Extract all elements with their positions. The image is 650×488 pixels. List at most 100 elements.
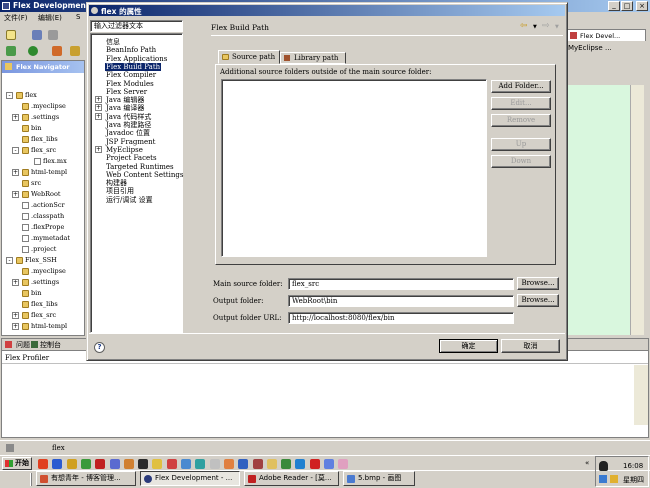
quick-launch-icon[interactable] (166, 459, 177, 469)
perspective-label[interactable]: MyEclipse ... (568, 44, 612, 52)
nav-tree-item[interactable]: + flex_src (2, 311, 84, 321)
category-item[interactable]: + Java 编辑器 (91, 96, 182, 104)
remove-button[interactable]: Remove (491, 114, 551, 127)
category-item[interactable]: Web Content Settings (91, 171, 183, 179)
quick-launch-icon[interactable] (338, 459, 349, 469)
task-adobe-reader[interactable]: Adobe Reader - [莫... (244, 471, 339, 486)
new-icon[interactable] (6, 30, 16, 40)
open-type-icon[interactable] (70, 46, 80, 56)
nav-tree-item[interactable]: .flexPrope (2, 223, 84, 233)
tab-problems[interactable]: 问题 (16, 340, 30, 350)
collapse-icon[interactable]: - (6, 257, 13, 264)
expand-icon[interactable]: + (95, 96, 102, 104)
quick-launch-icon[interactable] (266, 459, 277, 469)
minimize-button[interactable]: _ (608, 1, 620, 11)
nav-tree-item[interactable]: flex.mx (2, 157, 84, 167)
back-arrow-icon[interactable]: ⇦ (520, 22, 528, 31)
quick-launch-icon[interactable] (152, 459, 163, 469)
main-source-field[interactable]: flex_src (288, 278, 514, 290)
browse-main-source-button[interactable]: Browse... (517, 277, 559, 290)
quick-launch-icon[interactable] (66, 459, 77, 469)
nav-tree-item[interactable]: .myeclipse (2, 267, 84, 277)
tab-library-path[interactable]: Library path (280, 52, 346, 64)
help-icon[interactable]: ? (94, 342, 105, 353)
category-item[interactable]: + Java 代码样式 (91, 112, 182, 121)
nav-tree-item[interactable]: bin (2, 289, 84, 299)
tab-console[interactable]: 控制台 (40, 340, 61, 350)
nav-tree-item[interactable]: + WebRoot (2, 190, 84, 200)
nav-tree-item[interactable]: src (2, 179, 84, 189)
category-item[interactable]: + Java 编译器 (91, 104, 182, 112)
clock-time[interactable]: 16:08 (623, 462, 643, 470)
expand-icon[interactable]: + (95, 145, 102, 153)
nav-tree-item[interactable]: .myeclipse (2, 102, 84, 112)
close-button[interactable]: × (636, 1, 648, 11)
volume-icon[interactable] (610, 475, 618, 483)
menu-file[interactable]: 文件(F) (4, 13, 28, 23)
cancel-button[interactable]: 取消 (501, 339, 560, 353)
menu-s[interactable]: S (76, 13, 80, 21)
bottom-scrollbar[interactable] (634, 365, 648, 425)
filter-input[interactable]: 输入过滤器文本 (90, 20, 183, 32)
dialog-title-bar[interactable]: flex 的属性 (89, 5, 565, 16)
task-blog[interactable]: 有想青年 - 博客管理... (36, 471, 136, 486)
nav-tree-item[interactable]: + .settings (2, 113, 84, 123)
category-item[interactable]: Targeted Runtimes (91, 163, 182, 171)
quick-launch-icon[interactable] (123, 459, 134, 469)
quick-launch-icon[interactable] (109, 459, 120, 469)
category-item[interactable]: BeanInfo Path (91, 46, 182, 54)
run-icon[interactable] (28, 46, 38, 56)
nav-tree-item[interactable]: + html-templ (2, 168, 84, 178)
nav-tree-item[interactable]: - flex (2, 91, 84, 101)
quick-launch-icon[interactable] (95, 459, 106, 469)
quick-launch-icon[interactable] (223, 459, 234, 469)
collapse-icon[interactable]: - (6, 92, 13, 99)
quick-launch-icon[interactable] (138, 459, 149, 469)
quick-launch-icon[interactable] (181, 459, 191, 469)
task-paint[interactable]: 5.bmp - 画图 (343, 471, 415, 486)
expand-icon[interactable]: + (12, 279, 19, 286)
category-item[interactable]: 信息 (91, 38, 182, 46)
quick-launch-icon[interactable] (252, 459, 263, 469)
browse-output-button[interactable]: Browse... (517, 294, 559, 307)
up-button[interactable]: Up (491, 138, 551, 151)
forward-dropdown-icon[interactable]: ▼ (555, 24, 559, 30)
category-item[interactable]: 运行/调试 设置 (91, 196, 182, 204)
nav-tree-item[interactable]: .mymetadat (2, 234, 84, 244)
forward-arrow-icon[interactable]: ⇨ (542, 22, 550, 31)
category-item[interactable]: Flex Build Path (91, 62, 182, 71)
editor-scrollbar[interactable] (630, 85, 644, 335)
edit-button[interactable]: Edit... (491, 97, 551, 110)
nav-tree-item[interactable]: .actionScr (2, 201, 84, 211)
expand-icon[interactable]: + (12, 169, 19, 176)
nav-tree-item[interactable]: - flex_src (2, 146, 84, 156)
quick-launch-icon[interactable] (195, 459, 206, 469)
search-icon[interactable] (52, 46, 62, 56)
expand-icon[interactable]: + (12, 114, 19, 121)
back-dropdown-icon[interactable]: ▼ (533, 24, 537, 30)
editor-tab[interactable]: Flex Devel... (566, 29, 646, 41)
expand-icon[interactable]: + (12, 323, 19, 330)
category-item[interactable]: JSP Fragment (91, 138, 182, 146)
nav-tree-item[interactable]: .classpath (2, 212, 84, 222)
debug-icon[interactable] (6, 46, 16, 56)
nav-tree-item[interactable]: flex_libs (2, 135, 84, 145)
expand-icon[interactable]: + (12, 191, 19, 198)
category-item[interactable]: Flex Modules (91, 80, 182, 88)
category-item[interactable]: Flex Server (91, 88, 182, 96)
print-icon[interactable] (48, 30, 58, 40)
tab-source-path[interactable]: Source path (218, 50, 280, 64)
collapse-icon[interactable]: - (12, 147, 19, 154)
down-button[interactable]: Down (491, 155, 551, 168)
category-item[interactable]: Flex Compiler (91, 71, 182, 79)
output-folder-field[interactable]: WebRoot\bin (288, 295, 514, 307)
nav-tree-item[interactable]: - Flex_SSH (2, 256, 84, 266)
add-folder-button[interactable]: Add Folder... (491, 80, 551, 93)
start-button[interactable]: 开始 (2, 457, 32, 470)
category-item[interactable]: Project Facets (91, 154, 182, 162)
nav-tree-item[interactable]: + .settings (2, 278, 84, 288)
quick-launch-icon[interactable] (309, 459, 320, 469)
category-item[interactable]: + MyEclipse (91, 145, 182, 154)
save-icon[interactable] (32, 30, 42, 40)
nav-tree-item[interactable]: bin (2, 124, 84, 134)
